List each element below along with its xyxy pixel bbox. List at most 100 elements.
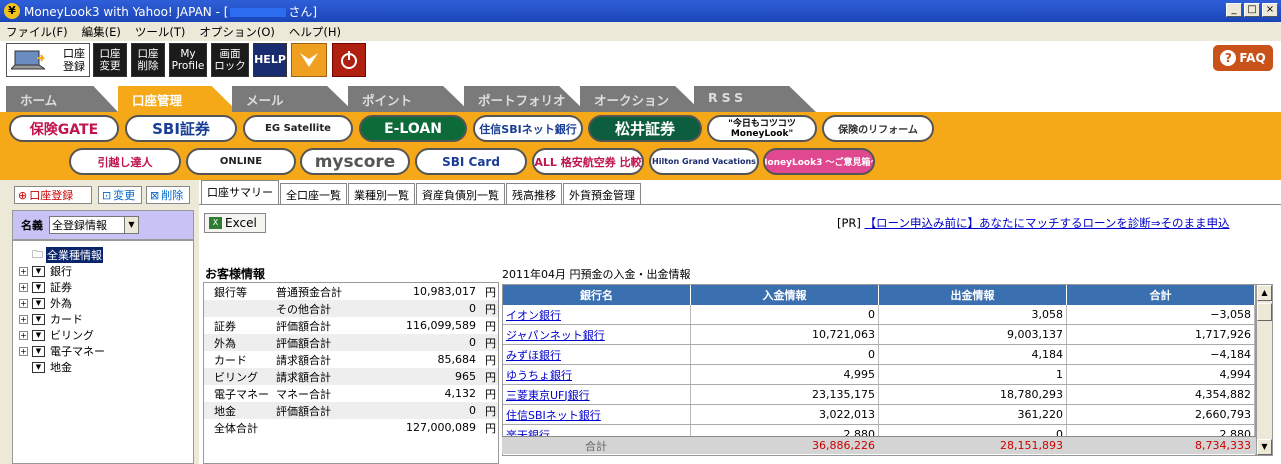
tab-balance-history[interactable]: 残高推移 — [506, 183, 562, 204]
tab-rss[interactable]: RSS — [694, 86, 816, 112]
banner-sbi-card[interactable]: SBI Card — [415, 148, 527, 175]
my-profile-button[interactable]: My Profile — [169, 43, 207, 77]
laptop-icon — [11, 50, 45, 70]
faq-button[interactable]: ? FAQ — [1213, 45, 1273, 71]
menu-file[interactable]: ファイル(F) — [6, 24, 68, 40]
tree-item-label: 外為 — [50, 297, 72, 310]
expand-icon[interactable]: + — [19, 346, 28, 356]
minimize-button[interactable]: _ — [1226, 3, 1242, 17]
withdrawal-cell: 9,003,137 — [879, 325, 1067, 344]
banner-sumishin-sbi[interactable]: 住信SBIネット銀行 — [473, 115, 583, 142]
bank-link[interactable]: イオン銀行 — [503, 305, 691, 324]
tree-root[interactable]: 🗀 全業種情報 — [13, 247, 193, 263]
tree-item-card[interactable]: + ▼ カード — [13, 311, 193, 327]
bank-link[interactable]: 三菱東京UFJ銀行 — [503, 385, 691, 404]
row-unit: 円 — [485, 319, 496, 333]
row-category: ビリング — [214, 370, 258, 384]
tab-points[interactable]: ポイント — [348, 86, 470, 112]
banner-hoken-reform[interactable]: 保険のリフォーム — [822, 115, 934, 142]
tree-item-bullion[interactable]: ▼ 地金 — [13, 359, 193, 375]
scroll-thumb[interactable] — [1257, 303, 1272, 321]
header-bank[interactable]: 銀行名 — [503, 285, 691, 305]
expand-icon[interactable]: + — [19, 330, 28, 340]
add-account-button[interactable]: ⊕ 口座登録 — [14, 186, 92, 204]
owner-filter-bar: 名義 全登録情報 ▼ — [12, 210, 194, 240]
tree-item-billing[interactable]: + ▼ ビリング — [13, 327, 193, 343]
close-button[interactable]: × — [1262, 3, 1278, 17]
banner-e-loan[interactable]: E-LOAN — [359, 115, 467, 142]
bank-link[interactable]: みずほ銀行 — [503, 345, 691, 364]
banner-moneylook-daily[interactable]: "今日もコツコツ MoneyLook" — [707, 115, 817, 142]
expand-icon[interactable]: + — [19, 266, 28, 276]
tab-account-management[interactable]: 口座管理 — [118, 86, 238, 112]
deposit-cell: 10,721,063 — [691, 325, 879, 344]
total-cell: −3,058 — [1067, 305, 1255, 324]
tree-item-securities[interactable]: + ▼ 証券 — [13, 279, 193, 295]
yen-app-icon: ¥ — [4, 3, 20, 19]
deposit-cell: 3,022,013 — [691, 405, 879, 424]
tree-item-fx[interactable]: + ▼ 外為 — [13, 295, 193, 311]
power-button[interactable] — [332, 43, 366, 77]
expand-icon[interactable]: + — [19, 282, 28, 292]
screen-lock-button[interactable]: 画面 ロック — [211, 43, 249, 77]
scroll-up-icon[interactable]: ▲ — [1257, 285, 1272, 301]
account-change-button[interactable]: 口座 変更 — [93, 43, 127, 77]
excel-export-button[interactable]: X Excel — [204, 213, 266, 233]
change-account-button[interactable]: ⊡ 変更 — [98, 186, 142, 204]
delete-account-button[interactable]: ⊠ 削除 — [146, 186, 190, 204]
restore-button[interactable]: □ — [1244, 3, 1260, 17]
banner-eg-satellite[interactable]: EG Satellite — [243, 115, 353, 142]
tab-all-accounts[interactable]: 全口座一覧 — [280, 183, 347, 204]
owner-select[interactable]: 全登録情報 ▼ — [49, 216, 139, 234]
row-item: 請求額合計 — [276, 370, 331, 384]
banner-matsui-securities[interactable]: 松井証券 — [588, 115, 702, 142]
tree-item-label: 証券 — [50, 281, 72, 294]
header-withdrawal[interactable]: 出金情報 — [879, 285, 1067, 305]
bank-link[interactable]: ジャパンネット銀行 — [503, 325, 691, 344]
change-account-label: 変更 — [113, 189, 136, 202]
header-deposit[interactable]: 入金情報 — [691, 285, 879, 305]
tab-mail[interactable]: メール — [232, 86, 354, 112]
pr-loan-link[interactable]: 【ローン申込み前に】あなたにマッチするローンを診断⇒そのまま申込 — [865, 216, 1230, 230]
download-arrow-button[interactable] — [291, 43, 327, 77]
menu-tools[interactable]: ツール(T) — [135, 24, 186, 40]
banner-hoken-gate[interactable]: 保険GATE — [9, 115, 119, 142]
menu-edit[interactable]: 編集(E) — [82, 24, 121, 40]
withdrawal-cell: 4,184 — [879, 345, 1067, 364]
header-total[interactable]: 合計 — [1067, 285, 1255, 305]
help-button[interactable]: HELP — [253, 43, 287, 77]
expand-icon[interactable]: + — [19, 298, 28, 308]
excel-label: Excel — [225, 216, 257, 230]
tab-auction[interactable]: オークション — [580, 86, 702, 112]
category-icon: ▼ — [32, 345, 45, 357]
banner-hilton[interactable]: Hilton Grand Vacations — [649, 148, 759, 175]
scroll-down-icon[interactable]: ▼ — [1257, 439, 1272, 455]
banner-myscore[interactable]: myscore — [300, 148, 410, 175]
account-register-button[interactable]: 口座 登録 — [6, 43, 90, 77]
tree-item-bank[interactable]: + ▼ 銀行 — [13, 263, 193, 279]
tab-foreign-deposits[interactable]: 外貨預金管理 — [563, 183, 641, 204]
banner-online[interactable]: ONLINE — [186, 148, 296, 175]
bank-link[interactable]: 住信SBIネット銀行 — [503, 405, 691, 424]
chevron-down-icon: ▼ — [124, 217, 138, 233]
banner-feedback-box[interactable]: MoneyLook3 〜ご意見箱〜 — [763, 148, 875, 175]
banner-sbi-securities[interactable]: SBI証券 — [125, 115, 237, 142]
tree-item-emoney[interactable]: + ▼ 電子マネー — [13, 343, 193, 359]
table-scrollbar[interactable]: ▲ ▼ — [1256, 284, 1273, 456]
folder-icon: 🗀 — [32, 247, 43, 261]
banner-hikkoshi[interactable]: 引越し達人 — [69, 148, 181, 175]
tab-account-summary[interactable]: 口座サマリー — [201, 180, 279, 204]
tab-assets-liabilities[interactable]: 資産負債別一覧 — [416, 183, 505, 204]
tab-by-category[interactable]: 業種別一覧 — [348, 183, 415, 204]
help-label: HELP — [254, 53, 286, 66]
menu-options[interactable]: オプション(O) — [199, 24, 275, 40]
menu-help[interactable]: ヘルプ(H) — [289, 24, 341, 40]
bank-link[interactable]: ゆうちょ銀行 — [503, 365, 691, 384]
account-delete-button[interactable]: 口座 削除 — [131, 43, 165, 77]
tab-home[interactable]: ホーム — [6, 86, 118, 112]
summary-tab-bar: 口座サマリー 全口座一覧 業種別一覧 資産負債別一覧 残高推移 外貨預金管理 — [199, 180, 642, 204]
row-value: 116,099,589 — [406, 319, 476, 332]
expand-icon[interactable]: + — [19, 314, 28, 324]
banner-koku-hikaku[interactable]: ALL 格安航空券 比較 — [532, 148, 644, 175]
tab-portfolio[interactable]: ポートフォリオ — [464, 86, 586, 112]
